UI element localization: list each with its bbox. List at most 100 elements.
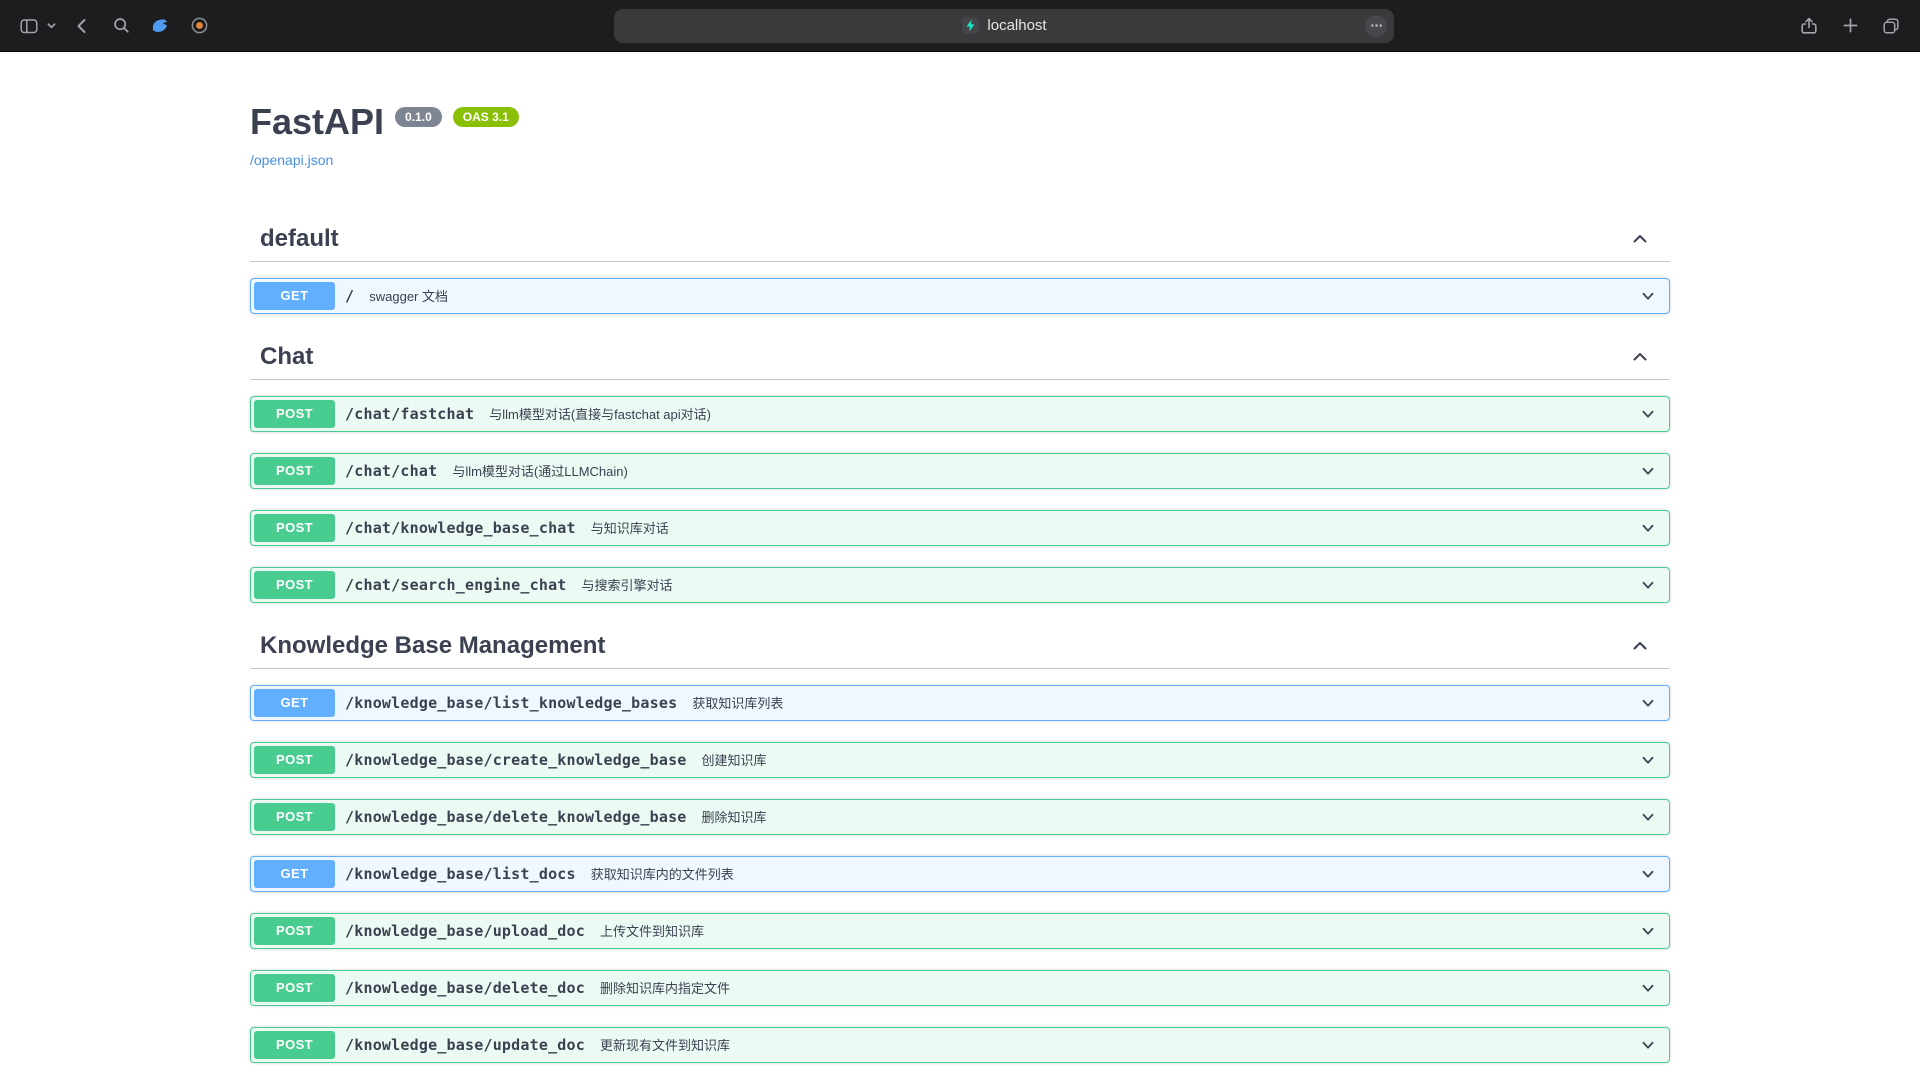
search-button[interactable]	[106, 11, 136, 41]
section-header[interactable]: Knowledge Base Management	[250, 624, 1670, 669]
collapse-section-button[interactable]	[1630, 636, 1650, 656]
endpoint-summary[interactable]: POST /chat/search_engine_chat 与搜索引擎对话	[251, 568, 1669, 602]
expand-endpoint-button[interactable]	[1639, 519, 1657, 537]
endpoint-method-badge: POST	[254, 974, 335, 1002]
endpoint-description: 更新现有文件到知识库	[600, 1035, 1639, 1054]
api-title-text: FastAPI	[250, 102, 384, 142]
endpoint-path: /knowledge_base/list_docs	[345, 865, 576, 883]
expand-endpoint-button[interactable]	[1639, 865, 1657, 883]
endpoint-description: 获取知识库内的文件列表	[591, 864, 1639, 883]
expand-endpoint-button[interactable]	[1639, 405, 1657, 423]
endpoint-path: /knowledge_base/list_knowledge_bases	[345, 694, 677, 712]
section-endpoint-list: GET /knowledge_base/list_knowledge_bases…	[250, 685, 1670, 1080]
endpoint-path: /chat/knowledge_base_chat	[345, 519, 576, 537]
share-button[interactable]	[1794, 11, 1824, 41]
new-tab-button[interactable]	[1835, 11, 1865, 41]
chevron-down-icon	[1639, 1036, 1657, 1054]
chevron-down-icon	[1639, 576, 1657, 594]
chevron-up-icon	[1630, 229, 1650, 249]
expand-endpoint-button[interactable]	[1639, 287, 1657, 305]
expand-endpoint-button[interactable]	[1639, 462, 1657, 480]
tab-overview-button[interactable]	[1876, 11, 1906, 41]
endpoint-row: GET /knowledge_base/list_docs 获取知识库内的文件列…	[250, 856, 1670, 892]
expand-endpoint-button[interactable]	[1639, 979, 1657, 997]
endpoint-row: GET /knowledge_base/list_knowledge_bases…	[250, 685, 1670, 721]
api-section: default GET / swagger 文档	[250, 217, 1670, 314]
version-badge: 0.1.0	[395, 107, 442, 127]
endpoint-description: 创建知识库	[702, 750, 1639, 769]
back-icon	[72, 16, 92, 36]
back-button[interactable]	[67, 11, 97, 41]
endpoint-path: /knowledge_base/delete_doc	[345, 979, 585, 997]
endpoint-description: 与知识库对话	[591, 518, 1639, 537]
section-header[interactable]: Chat	[250, 335, 1670, 380]
endpoint-summary[interactable]: POST /chat/fastchat 与llm模型对话(直接与fastchat…	[251, 397, 1669, 431]
url-text: localhost	[987, 17, 1046, 34]
endpoint-summary[interactable]: GET /knowledge_base/list_knowledge_bases…	[251, 686, 1669, 720]
browser-toolbar: localhost	[0, 0, 1920, 52]
collapse-section-button[interactable]	[1630, 347, 1650, 367]
chevron-up-icon	[1630, 636, 1650, 656]
section-header[interactable]: default	[250, 217, 1670, 262]
endpoint-path: /knowledge_base/upload_doc	[345, 922, 585, 940]
endpoint-path: /knowledge_base/create_knowledge_base	[345, 751, 687, 769]
expand-endpoint-button[interactable]	[1639, 1036, 1657, 1054]
endpoint-method-badge: POST	[254, 746, 335, 774]
bird-extension-button[interactable]	[145, 11, 175, 41]
sidebar-menu-button[interactable]	[44, 11, 58, 41]
endpoint-row: POST /knowledge_base/upload_doc 上传文件到知识库	[250, 913, 1670, 949]
endpoint-summary[interactable]: POST /chat/chat 与llm模型对话(通过LLMChain)	[251, 454, 1669, 488]
endpoint-row: POST /chat/search_engine_chat 与搜索引擎对话	[250, 567, 1670, 603]
endpoint-description: 删除知识库	[702, 807, 1639, 826]
section-endpoint-list: POST /chat/fastchat 与llm模型对话(直接与fastchat…	[250, 396, 1670, 603]
endpoint-description: 与搜索引擎对话	[582, 575, 1639, 594]
ring-extension-button[interactable]	[184, 11, 214, 41]
share-icon	[1799, 16, 1819, 36]
tab-overview-icon	[1881, 16, 1901, 36]
address-bar[interactable]: localhost	[614, 9, 1394, 43]
api-section: Chat POST /chat/fastchat 与llm模型对话(直接与fas…	[250, 335, 1670, 603]
chevron-down-icon	[1639, 405, 1657, 423]
endpoint-summary[interactable]: POST /chat/knowledge_base_chat 与知识库对话	[251, 511, 1669, 545]
endpoint-path: /chat/fastchat	[345, 405, 474, 423]
endpoint-path: /chat/search_engine_chat	[345, 576, 567, 594]
openapi-spec-link[interactable]: /openapi.json	[250, 152, 333, 168]
bird-extension-icon	[150, 16, 170, 36]
endpoint-path: /knowledge_base/delete_knowledge_base	[345, 808, 687, 826]
section-title: Knowledge Base Management	[260, 632, 605, 660]
expand-endpoint-button[interactable]	[1639, 576, 1657, 594]
endpoint-summary[interactable]: GET / swagger 文档	[251, 279, 1669, 313]
endpoint-method-badge: GET	[254, 689, 335, 717]
sidebar-toggle-button[interactable]	[14, 11, 44, 41]
toolbar-left-group	[14, 11, 214, 41]
api-sections: default GET / swagger 文档 Chat POST /ch	[250, 217, 1670, 1080]
page-title: FastAPI 0.1.0 OAS 3.1	[250, 102, 1670, 142]
chevron-down-icon	[46, 20, 57, 31]
endpoint-summary[interactable]: POST /knowledge_base/delete_knowledge_ba…	[251, 800, 1669, 834]
page-options-icon	[1369, 18, 1384, 33]
endpoint-row: POST /knowledge_base/delete_doc 删除知识库内指定…	[250, 970, 1670, 1006]
endpoint-method-badge: POST	[254, 514, 335, 542]
chevron-down-icon	[1639, 922, 1657, 940]
collapse-section-button[interactable]	[1630, 229, 1650, 249]
endpoint-path: /chat/chat	[345, 462, 437, 480]
new-tab-icon	[1841, 16, 1860, 35]
page-options-button[interactable]	[1365, 15, 1387, 37]
content-wrapper: FastAPI 0.1.0 OAS 3.1 /openapi.json defa…	[230, 52, 1690, 1080]
endpoint-method-badge: POST	[254, 917, 335, 945]
endpoint-method-badge: POST	[254, 571, 335, 599]
endpoint-summary[interactable]: POST /knowledge_base/update_doc 更新现有文件到知…	[251, 1028, 1669, 1062]
endpoint-row: POST /chat/fastchat 与llm模型对话(直接与fastchat…	[250, 396, 1670, 432]
search-icon	[112, 16, 131, 35]
endpoint-summary[interactable]: POST /knowledge_base/create_knowledge_ba…	[251, 743, 1669, 777]
expand-endpoint-button[interactable]	[1639, 808, 1657, 826]
endpoint-summary[interactable]: POST /knowledge_base/delete_doc 删除知识库内指定…	[251, 971, 1669, 1005]
section-title: default	[260, 225, 339, 253]
endpoint-method-badge: GET	[254, 282, 335, 310]
toolbar-center-group: localhost	[214, 9, 1794, 43]
expand-endpoint-button[interactable]	[1639, 694, 1657, 712]
expand-endpoint-button[interactable]	[1639, 922, 1657, 940]
endpoint-summary[interactable]: GET /knowledge_base/list_docs 获取知识库内的文件列…	[251, 857, 1669, 891]
endpoint-summary[interactable]: POST /knowledge_base/upload_doc 上传文件到知识库	[251, 914, 1669, 948]
expand-endpoint-button[interactable]	[1639, 751, 1657, 769]
